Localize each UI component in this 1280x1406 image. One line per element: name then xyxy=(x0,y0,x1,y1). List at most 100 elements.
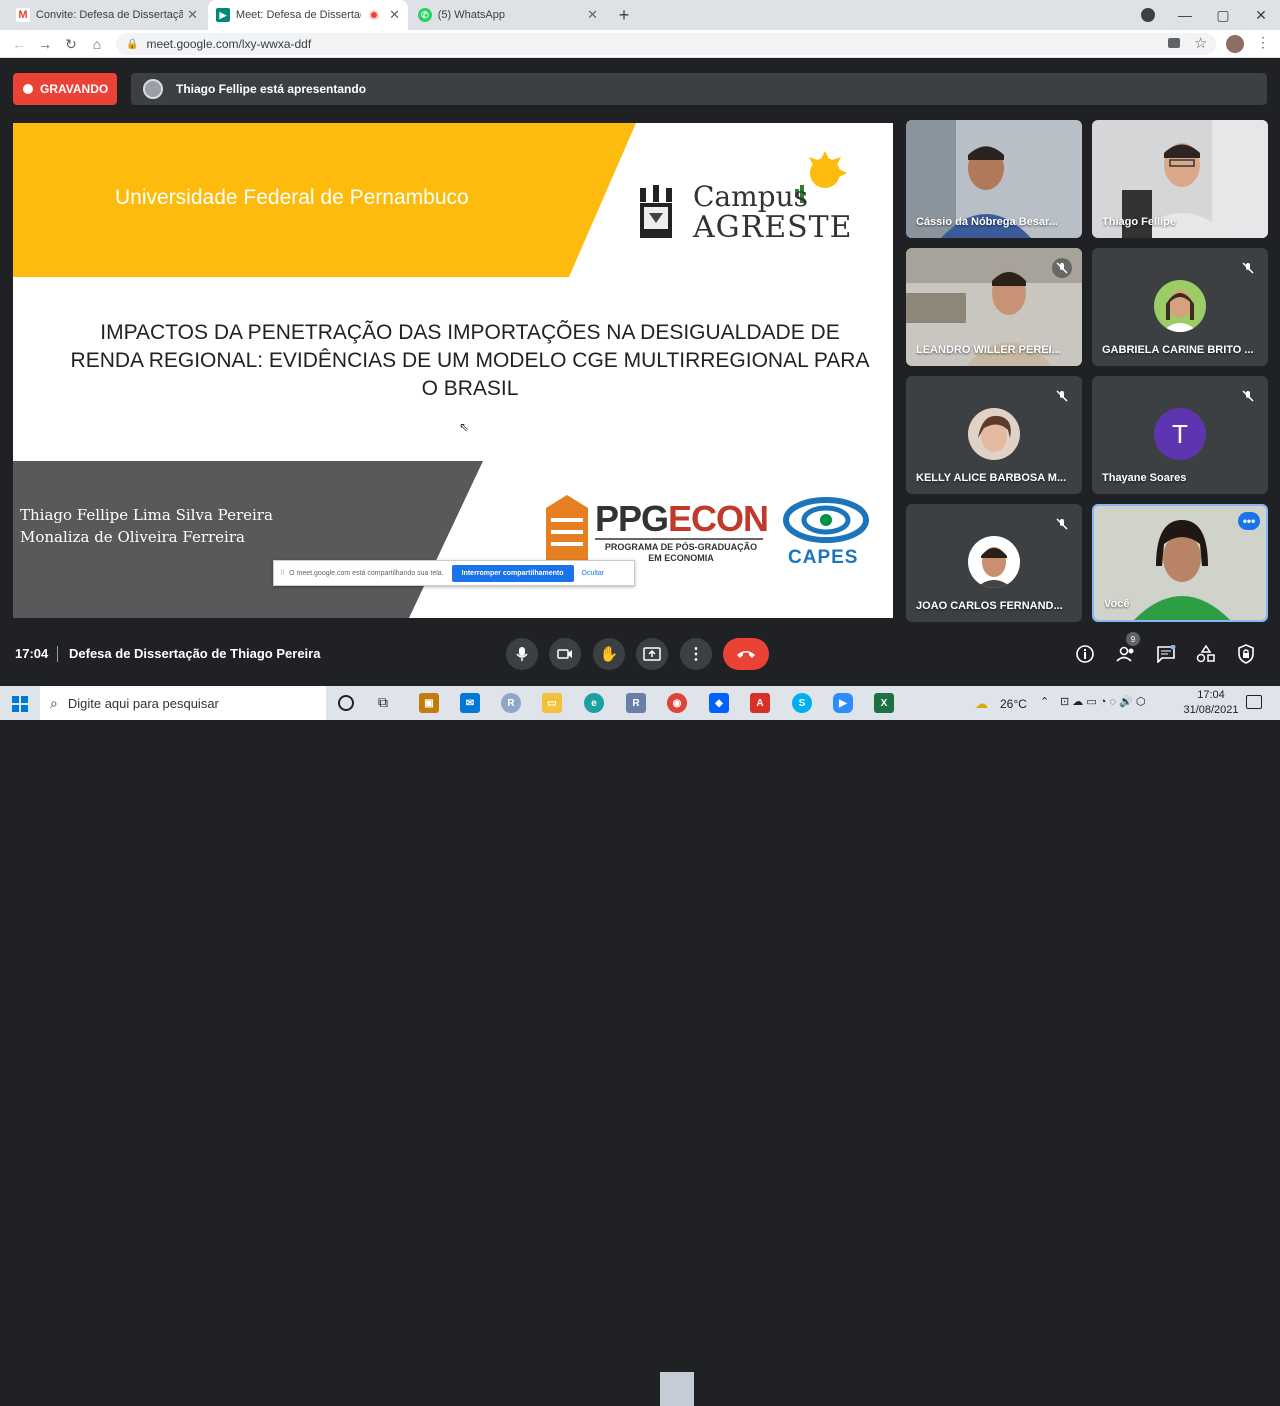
present-screen-button[interactable] xyxy=(636,638,668,670)
forward-button[interactable]: → xyxy=(34,34,56,54)
slide-title-line1: IMPACTOS DA PENETRAÇÃO DAS IMPORTAÇÕES N… xyxy=(100,321,840,344)
tab-whatsapp[interactable]: ✆ (5) WhatsApp ✕ xyxy=(410,0,606,30)
new-tab-button[interactable]: + xyxy=(614,5,634,25)
tray-chevron-icon[interactable]: ⌃ xyxy=(1040,695,1049,708)
bookmark-star-icon[interactable]: ☆ xyxy=(1194,34,1207,52)
more-vert-icon: ⋮ xyxy=(688,646,704,663)
mouse-cursor-icon: ⇖ xyxy=(459,420,470,434)
skype-icon[interactable]: S xyxy=(792,693,812,713)
camera-button[interactable] xyxy=(549,638,581,670)
search-placeholder: Digite aqui para pesquisar xyxy=(67,695,219,711)
participant-tile[interactable]: Cássio da Nóbrega Besar... xyxy=(906,120,1082,238)
tray-icons[interactable]: ⊡ ☁ ▭ ◔ ◌ 🔊 ⬡ xyxy=(1060,695,1145,708)
participant-name: KELLY ALICE BARBOSA M... xyxy=(916,472,1067,484)
cortana-icon[interactable] xyxy=(338,695,354,711)
chat-button[interactable] xyxy=(1154,642,1178,666)
dropbox-icon[interactable]: ◆ xyxy=(709,693,729,713)
store-icon[interactable]: ▣ xyxy=(419,693,439,713)
address-bar[interactable]: 🔒 meet.google.com/lxy-wwxa-ddf xyxy=(116,33,1216,55)
zoom-icon[interactable]: ▶ xyxy=(833,693,853,713)
stop-sharing-button[interactable]: Interromper compartilhamento xyxy=(451,564,574,582)
acrobat-icon[interactable]: A xyxy=(750,693,770,713)
econ-text: ECON xyxy=(668,498,769,539)
camera-icon[interactable] xyxy=(1168,38,1180,48)
tab-search-icon[interactable] xyxy=(1141,8,1155,22)
people-button[interactable] xyxy=(1114,642,1138,666)
capes-logo-text: CAPES xyxy=(788,547,859,568)
chat-icon xyxy=(1157,645,1176,663)
people-icon xyxy=(1116,646,1134,662)
host-controls-button[interactable] xyxy=(1234,642,1258,666)
author-1: Thiago Fellipe Lima Silva Pereira xyxy=(20,506,273,524)
home-button[interactable]: ⌂ xyxy=(86,34,108,54)
meeting-name: Defesa de Dissertação de Thiago Pereira xyxy=(69,646,321,661)
video-camera-icon xyxy=(557,649,572,659)
info-icon xyxy=(1076,645,1094,663)
self-tile[interactable]: ••• Você xyxy=(1092,504,1268,622)
shapes-icon xyxy=(1196,645,1215,663)
tab-gmail[interactable]: M Convite: Defesa de Dissertação d ✕ xyxy=(8,0,206,30)
maximize-button[interactable]: ▢ xyxy=(1204,0,1242,30)
clock-time: 17:04 xyxy=(1197,689,1225,701)
raise-hand-button[interactable]: ✋ xyxy=(593,638,625,670)
window-close-button[interactable]: ✕ xyxy=(1242,0,1280,30)
microphone-icon xyxy=(516,647,528,661)
mic-off-icon xyxy=(1052,386,1072,406)
windows-start-icon[interactable] xyxy=(12,696,28,717)
reload-button[interactable]: ↻ xyxy=(60,34,82,54)
clock-date: 31/08/2021 xyxy=(1183,704,1239,716)
tab-label: Convite: Defesa de Dissertação d xyxy=(35,9,184,21)
participant-name: Você xyxy=(1104,598,1130,610)
tab-meet[interactable]: ▶ Meet: Defesa de Dissertação ✕ xyxy=(208,0,408,30)
recording-badge[interactable]: GRAVANDO xyxy=(13,73,117,105)
participant-tile[interactable]: GABRIELA CARINE BRITO ... xyxy=(1092,248,1268,366)
taskbar-search-input[interactable]: ⌕ Digite aqui para pesquisar xyxy=(40,686,326,720)
participant-tile[interactable]: LEANDRO WILLER PEREI... xyxy=(906,248,1082,366)
task-view-icon[interactable]: ⧉ xyxy=(378,694,388,711)
excel-icon[interactable]: X xyxy=(874,693,894,713)
participant-tile[interactable]: Thiago Fellipe xyxy=(1092,120,1268,238)
close-icon[interactable]: ✕ xyxy=(187,7,198,23)
close-icon[interactable]: ✕ xyxy=(389,7,400,23)
participant-name: Thayane Soares xyxy=(1102,472,1187,484)
tab-label: (5) WhatsApp xyxy=(437,9,505,21)
mic-off-icon xyxy=(1052,258,1072,278)
record-dot-icon xyxy=(23,84,33,94)
menu-icon[interactable]: ⋮ xyxy=(1256,34,1270,51)
close-icon[interactable]: ✕ xyxy=(587,7,598,23)
slide-title-line2: RENDA REGIONAL: EVIDÊNCIAS DE UM MODELO … xyxy=(70,349,870,372)
ppg-text: PPG xyxy=(595,498,669,539)
weather-icon[interactable]: ☁ xyxy=(975,696,988,712)
r-app-icon[interactable]: R xyxy=(501,693,521,713)
slide-university: Universidade Federal de Pernambuco xyxy=(115,186,469,209)
file-explorer-icon[interactable]: ▭ xyxy=(542,693,562,713)
slide-authors: Thiago Fellipe Lima Silva Pereira Monali… xyxy=(20,504,273,548)
mail-icon[interactable]: ✉ xyxy=(460,693,480,713)
presenter-avatar xyxy=(143,79,163,99)
gmail-icon: M xyxy=(16,8,30,22)
meeting-time: 17:04 xyxy=(15,646,49,661)
notifications-icon[interactable] xyxy=(1246,695,1262,709)
edge-icon[interactable]: e xyxy=(584,693,604,713)
meeting-details-button[interactable] xyxy=(1073,642,1097,666)
chrome-icon[interactable]: ◉ xyxy=(667,693,687,713)
activities-button[interactable] xyxy=(1194,642,1218,666)
participant-tile[interactable]: KELLY ALICE BARBOSA M... xyxy=(906,376,1082,494)
drag-handle-icon[interactable]: ⠿ xyxy=(280,569,285,577)
hand-icon: ✋ xyxy=(599,646,619,663)
microphone-button[interactable] xyxy=(506,638,538,670)
participant-tile[interactable]: JOAO CARLOS FERNAND... xyxy=(906,504,1082,622)
screen-share-bar: ⠿ O meet.google.com está compartilhando … xyxy=(273,560,635,586)
search-icon: ⌕ xyxy=(50,694,58,711)
participant-tile[interactable]: T Thayane Soares xyxy=(1092,376,1268,494)
more-options-icon[interactable]: ••• xyxy=(1238,512,1260,530)
more-options-button[interactable]: ⋮ xyxy=(680,638,712,670)
profile-avatar[interactable] xyxy=(1226,35,1244,53)
participant-initial-avatar: T xyxy=(1154,408,1206,460)
rstudio-icon[interactable]: R xyxy=(626,693,646,713)
participant-avatar xyxy=(1154,280,1206,332)
minimize-button[interactable]: — xyxy=(1166,0,1204,30)
leave-call-button[interactable] xyxy=(723,638,769,670)
hide-share-bar-button[interactable]: Ocultar xyxy=(582,570,605,577)
back-button[interactable]: ← xyxy=(8,34,30,54)
